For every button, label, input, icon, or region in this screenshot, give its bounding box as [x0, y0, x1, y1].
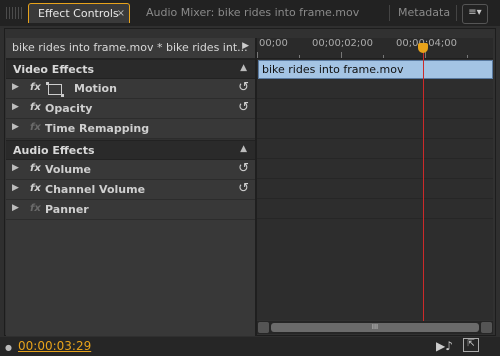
loop-audio-playback-icon[interactable]: ▶♪ — [436, 339, 453, 353]
tab-effect-controls-label: Effect Controls — [38, 7, 119, 20]
time-ruler[interactable]: 00;00 00;00;02;00 00;00;04;00 — [257, 38, 493, 59]
scroll-left-button[interactable] — [258, 322, 269, 333]
effect-label: Motion — [74, 82, 117, 95]
fx-icon[interactable]: fx — [30, 102, 41, 113]
fx-icon: fx — [30, 203, 41, 214]
section-label: Audio Effects — [13, 144, 95, 157]
fx-icon: fx — [30, 122, 41, 133]
track-row — [257, 179, 493, 199]
effect-label: Channel Volume — [45, 183, 146, 196]
clip-name-header[interactable]: bike rides into frame.mov * bike rides i… — [6, 38, 255, 59]
scroll-right-button[interactable] — [481, 322, 492, 333]
clip-name-label: bike rides into frame.mov * bike rides i… — [12, 41, 248, 54]
drag-grip-icon[interactable] — [6, 7, 22, 19]
expand-triangle-icon[interactable]: ▶ — [12, 102, 19, 112]
tab-audio-mixer[interactable]: Audio Mixer: bike rides into frame.mov — [146, 3, 359, 23]
ruler-label: 00;00 — [259, 38, 288, 49]
ruler-tick — [467, 55, 468, 58]
collapse-caret-icon[interactable]: ▲ — [240, 63, 247, 73]
fx-icon[interactable]: fx — [30, 163, 41, 174]
effect-label: Time Remapping — [45, 122, 150, 135]
tab-effect-controls[interactable]: Effect Controls × — [28, 3, 130, 23]
scroll-thumb[interactable]: III — [271, 323, 479, 332]
track-row — [257, 79, 493, 99]
ruler-tick — [299, 55, 300, 58]
timeline-clip-label: bike rides into frame.mov — [262, 63, 404, 76]
track-row — [257, 199, 493, 219]
track-row — [257, 99, 493, 119]
status-bar: ● 00:00:03:29 ▶♪ ⇱ — [0, 337, 500, 356]
effect-label: Opacity — [45, 102, 93, 115]
track-row — [257, 119, 493, 139]
effect-row-opacity[interactable]: ▶ fx Opacity ↺ — [6, 99, 255, 119]
effects-list-empty-area — [6, 220, 255, 336]
ruler-tick — [341, 52, 342, 58]
ruler-tick — [257, 52, 258, 58]
track-row — [257, 159, 493, 179]
playhead-line[interactable] — [423, 49, 424, 321]
current-timecode[interactable]: 00:00:03:29 — [18, 339, 91, 353]
fx-icon[interactable]: fx — [30, 183, 41, 194]
timeline-clip[interactable]: bike rides into frame.mov — [258, 60, 493, 79]
timeline-scrollbar[interactable]: III — [257, 321, 493, 334]
reset-icon[interactable]: ↺ — [238, 161, 249, 176]
reset-icon[interactable]: ↺ — [238, 80, 249, 95]
ruler-tick — [425, 52, 426, 58]
section-label: Video Effects — [13, 63, 95, 76]
track-row — [257, 139, 493, 159]
playhead-icon[interactable] — [418, 43, 428, 53]
section-audio-effects[interactable]: Audio Effects ▲ — [6, 140, 255, 160]
reset-icon[interactable]: ↺ — [238, 181, 249, 196]
expand-triangle-icon[interactable]: ▶ — [12, 82, 19, 92]
motion-transform-icon[interactable] — [46, 82, 64, 97]
timecode-indicator-icon: ● — [5, 343, 12, 352]
close-icon[interactable]: × — [117, 4, 125, 24]
effect-row-volume[interactable]: ▶ fx Volume ↺ — [6, 160, 255, 180]
tab-divider — [456, 5, 457, 21]
fx-icon[interactable]: fx — [30, 82, 41, 93]
expand-triangle-icon[interactable]: ▶ — [12, 163, 19, 173]
effect-label: Volume — [45, 163, 91, 176]
effect-row-channel-volume[interactable]: ▶ fx Channel Volume ↺ — [6, 180, 255, 200]
effect-label: Panner — [45, 203, 89, 216]
section-video-effects[interactable]: Video Effects ▲ — [6, 59, 255, 79]
timeline-track-area[interactable] — [257, 59, 493, 320]
ruler-label: 00;00;02;00 — [312, 38, 374, 49]
collapse-caret-icon[interactable]: ▲ — [240, 144, 247, 154]
panel-menu-icon[interactable]: ≡▾ — [462, 4, 488, 24]
expand-triangle-icon[interactable]: ▶ — [12, 203, 19, 213]
effect-controls-panel: Effect Controls × Audio Mixer: bike ride… — [0, 0, 500, 356]
show-timeline-arrow-icon[interactable]: ▶ — [242, 41, 249, 51]
ruler-tick — [383, 55, 384, 58]
panel-tab-bar: Effect Controls × Audio Mixer: bike ride… — [0, 0, 500, 26]
tab-divider — [389, 5, 390, 21]
effect-row-panner[interactable]: ▶ fx Panner — [6, 200, 255, 220]
effect-row-motion[interactable]: ▶ fx Motion ↺ — [6, 79, 255, 99]
export-frame-icon[interactable]: ⇱ — [463, 338, 479, 352]
reset-icon[interactable]: ↺ — [238, 100, 249, 115]
expand-triangle-icon[interactable]: ▶ — [12, 122, 19, 132]
tab-metadata[interactable]: Metadata — [398, 3, 450, 23]
effect-row-time-remapping[interactable]: ▶ fx Time Remapping — [6, 119, 255, 139]
expand-triangle-icon[interactable]: ▶ — [12, 183, 19, 193]
